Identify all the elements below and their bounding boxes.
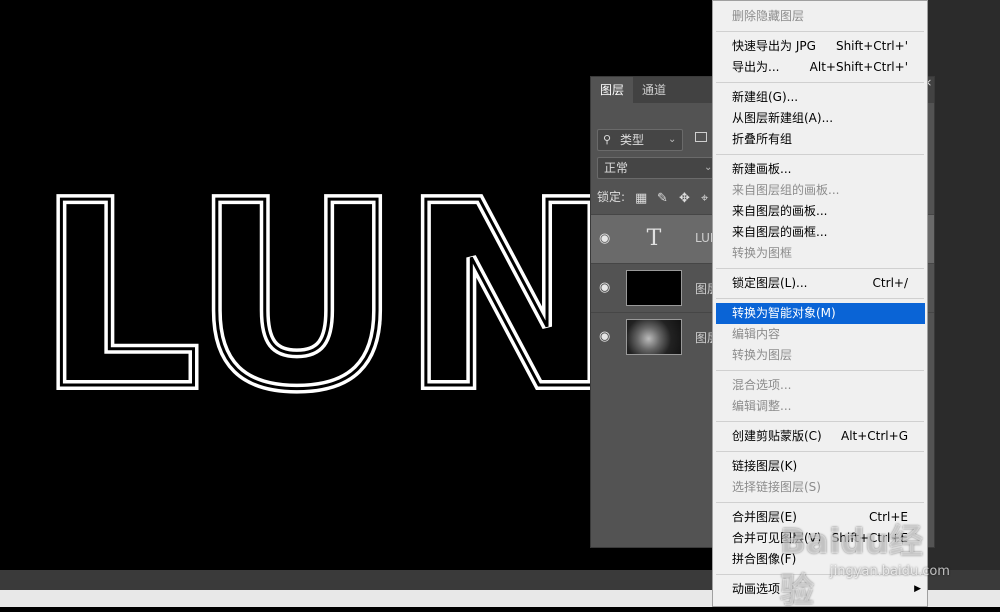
menu-separator: [716, 154, 924, 155]
menu-item-shortcut: Ctrl+E: [869, 510, 908, 524]
context-menu-item[interactable]: 折叠所有组: [713, 129, 927, 150]
menu-separator: [716, 370, 924, 371]
menu-separator: [716, 451, 924, 452]
menu-item-label: 从图层新建组(A)...: [732, 111, 834, 125]
context-menu-item[interactable]: 转换为智能对象(M): [716, 303, 925, 324]
layer-thumbnail: [626, 319, 682, 355]
context-menu-item: 编辑调整...: [713, 396, 927, 417]
menu-item-label: 合并图层(E): [732, 510, 797, 524]
context-menu-item[interactable]: 新建画板...: [713, 159, 927, 180]
eye-icon[interactable]: ◉: [599, 231, 610, 246]
menu-separator: [716, 574, 924, 575]
context-menu-item[interactable]: 来自图层的画板...: [713, 201, 927, 222]
menu-item-label: 快速导出为 JPG: [732, 39, 816, 53]
menu-separator: [716, 421, 924, 422]
menu-separator: [716, 298, 924, 299]
menu-item-label: 转换为图层: [732, 348, 793, 362]
layer-filter-label: 类型: [620, 133, 645, 147]
lock-transparency-icon[interactable]: ▦: [635, 189, 647, 209]
tab-layers[interactable]: 图层: [591, 77, 634, 103]
context-menu-item: 来自图层组的画板...: [713, 180, 927, 201]
menu-item-label: 转换为智能对象(M): [732, 306, 836, 320]
context-menu-item: 编辑内容: [713, 324, 927, 345]
menu-item-label: 混合选项...: [732, 378, 792, 392]
menu-item-label: 新建画板...: [732, 162, 792, 176]
menu-item-label: 来自图层的画框...: [732, 225, 828, 239]
eye-icon[interactable]: ◉: [599, 280, 610, 295]
menu-separator: [716, 502, 924, 503]
context-menu-item: 删除隐藏图层: [713, 6, 927, 27]
menu-item-shortcut: Alt+Ctrl+G: [840, 429, 908, 443]
context-menu-item[interactable]: 导出为... Alt+Shift+Ctrl+': [713, 57, 927, 78]
menu-item-label: 编辑调整...: [732, 399, 792, 413]
menu-item-label: 编辑内容: [732, 327, 781, 341]
lock-artboard-icon[interactable]: ⌖: [701, 189, 708, 209]
menu-item-label: 创建剪贴蒙版(C): [732, 429, 822, 443]
menu-item-label: 转换为图框: [732, 246, 793, 260]
menu-separator: [716, 31, 924, 32]
context-menu-item[interactable]: 拼合图像(F): [713, 549, 927, 570]
menu-item-label: 新建组(G)...: [732, 90, 799, 104]
chevron-down-icon: ⌄: [668, 134, 677, 145]
menu-item-label: 动画选项: [732, 582, 781, 596]
lock-label: 锁定:: [597, 190, 626, 204]
layer-thumbnail: [626, 270, 682, 306]
context-menu-item[interactable]: 动画选项 ▶: [713, 579, 927, 600]
submenu-arrow-icon: ▶: [914, 584, 921, 594]
context-menu-item[interactable]: 快速导出为 JPG Shift+Ctrl+': [713, 36, 927, 57]
eye-icon[interactable]: ◉: [599, 329, 610, 344]
menu-item-label: 合并可见图层(V): [732, 531, 822, 545]
lock-move-icon[interactable]: ✥: [679, 189, 690, 209]
menu-separator: [716, 82, 924, 83]
menu-item-shortcut: Shift+Ctrl+E: [831, 531, 908, 545]
context-menu-item[interactable]: 新建组(G)...: [713, 87, 927, 108]
lock-row: 锁定: ▦ ✎ ✥ ⌖: [597, 187, 708, 207]
menu-item-label: 链接图层(K): [732, 459, 798, 473]
menu-item-shortcut: Alt+Shift+Ctrl+': [809, 60, 908, 74]
menu-item-label: 来自图层组的画板...: [732, 183, 840, 197]
menu-item-label: 折叠所有组: [732, 132, 793, 146]
context-menu-item[interactable]: 合并图层(E) Ctrl+E: [713, 507, 927, 528]
menu-item-shortcut: Ctrl+/: [872, 276, 908, 290]
menu-item-label: 选择链接图层(S): [732, 480, 821, 494]
context-menu-item: 混合选项...: [713, 375, 927, 396]
context-menu-item: 转换为图框: [713, 243, 927, 264]
menu-item-label: 删除隐藏图层: [732, 9, 805, 23]
context-menu-item: 选择链接图层(S): [713, 477, 927, 498]
search-icon: ⚲: [603, 133, 612, 146]
context-menu: 删除隐藏图层 快速导出为 JPG Shift+Ctrl+' 导出为... Alt+Shi…: [712, 0, 928, 607]
lock-brush-icon[interactable]: ✎: [657, 189, 668, 209]
context-menu-item[interactable]: 合并可见图层(V) Shift+Ctrl+E: [713, 528, 927, 549]
menu-separator: [716, 268, 924, 269]
context-menu-item[interactable]: 锁定图层(L)... Ctrl+/: [713, 273, 927, 294]
context-menu-item[interactable]: 来自图层的画框...: [713, 222, 927, 243]
menu-item-label: 来自图层的画板...: [732, 204, 828, 218]
layer-filter-select[interactable]: ⚲ 类型 ⌄: [597, 129, 683, 151]
blend-mode-select[interactable]: 正常 ⌄: [597, 157, 719, 179]
menu-item-label: 导出为...: [732, 60, 780, 74]
workspace-background: [928, 0, 1000, 570]
context-menu-item[interactable]: 创建剪贴蒙版(C) Alt+Ctrl+G: [713, 426, 927, 447]
tab-channels[interactable]: 通道: [633, 77, 675, 103]
context-menu-item[interactable]: 从图层新建组(A)...: [713, 108, 927, 129]
text-layer-thumbnail: T: [646, 226, 662, 251]
menu-item-shortcut: Shift+Ctrl+': [835, 39, 908, 53]
context-menu-item[interactable]: 链接图层(K): [713, 456, 927, 477]
blend-mode-label: 正常: [604, 161, 629, 175]
menu-item-label: 锁定图层(L)...: [732, 276, 808, 290]
context-menu-item: 转换为图层: [713, 345, 927, 366]
image-filter-icon[interactable]: [695, 132, 707, 142]
menu-item-label: 拼合图像(F): [732, 552, 797, 566]
